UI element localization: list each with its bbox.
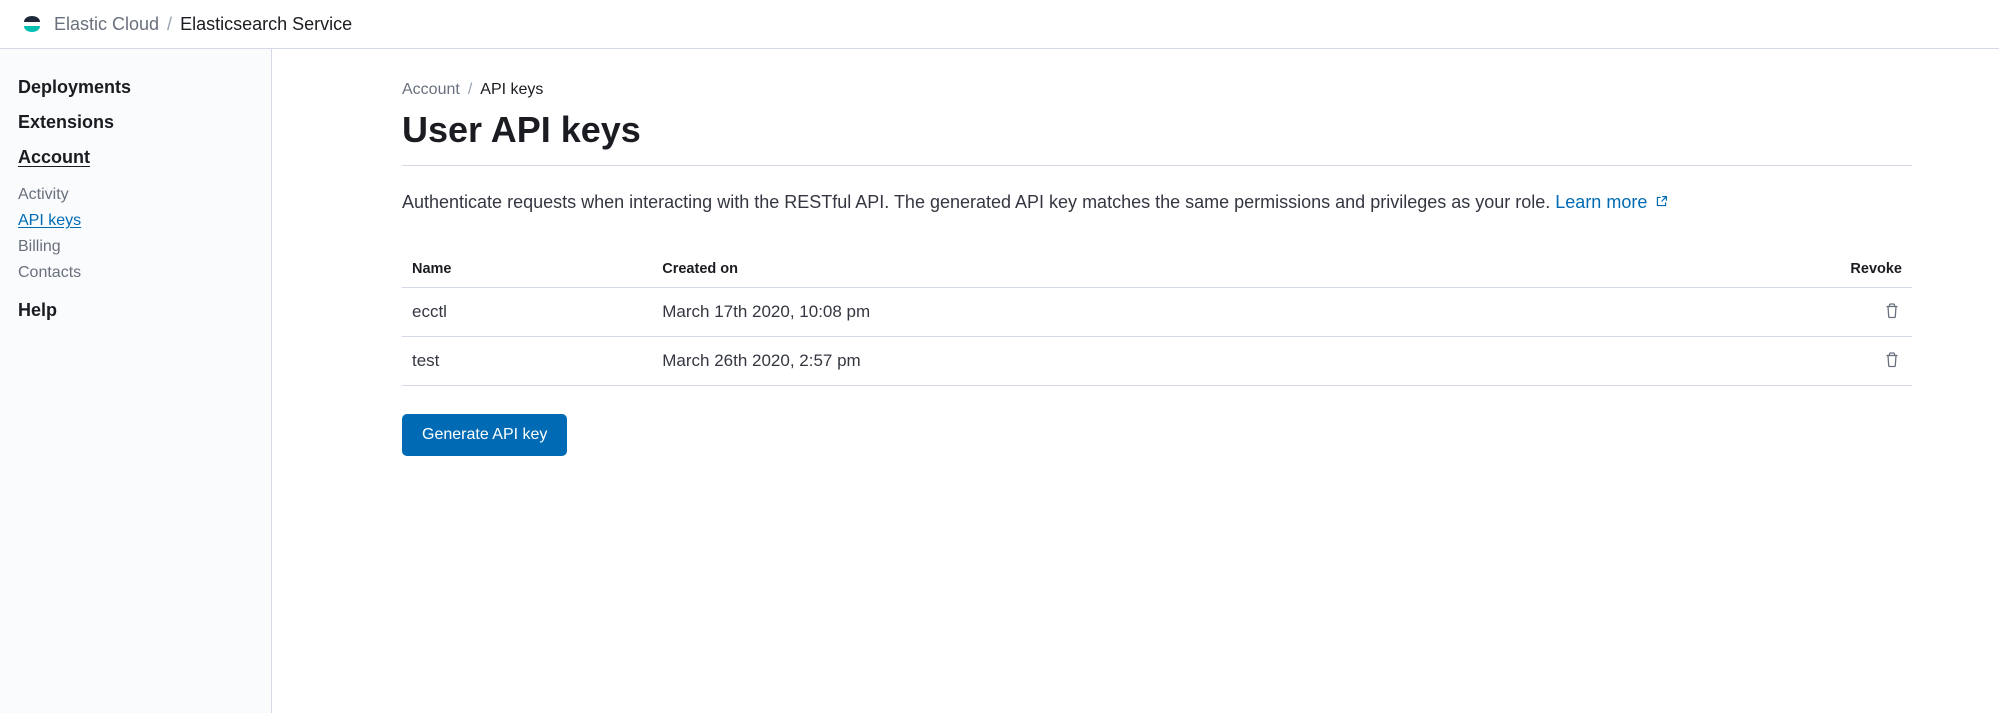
table-row: ecctl March 17th 2020, 10:08 pm [402, 287, 1912, 336]
page-title: User API keys [402, 109, 1912, 166]
cell-name: test [402, 336, 652, 385]
sidebar-item-extensions[interactable]: Extensions [18, 112, 253, 133]
sidebar-sub-contacts[interactable]: Contacts [18, 260, 253, 286]
breadcrumb-separator: / [167, 14, 172, 35]
sidebar-item-account[interactable]: Account [18, 147, 253, 168]
table-row: test March 26th 2020, 2:57 pm [402, 336, 1912, 385]
sidebar-sub-activity[interactable]: Activity [18, 182, 253, 208]
sidebar-account-submenu: Activity API keys Billing Contacts [18, 182, 253, 286]
trash-icon [1884, 302, 1900, 319]
breadcrumb-current: API keys [480, 81, 543, 99]
column-header-revoke: Revoke [1611, 253, 1912, 288]
cell-name: ecctl [402, 287, 652, 336]
description-text: Authenticate requests when interacting w… [402, 192, 1555, 212]
elastic-logo-icon [20, 12, 44, 36]
sidebar-item-help[interactable]: Help [18, 300, 253, 321]
breadcrumb: Account / API keys [402, 81, 1912, 99]
column-header-created: Created on [652, 253, 1611, 288]
product-name[interactable]: Elastic Cloud [54, 14, 159, 35]
sidebar-item-deployments[interactable]: Deployments [18, 77, 253, 98]
sidebar-sub-api-keys[interactable]: API keys [18, 208, 253, 234]
sidebar: Deployments Extensions Account Activity … [0, 49, 272, 713]
breadcrumb-parent[interactable]: Account [402, 81, 460, 99]
api-keys-table: Name Created on Revoke ecctl March 17th … [402, 253, 1912, 386]
header: Elastic Cloud / Elasticsearch Service [0, 0, 1999, 49]
cell-created: March 26th 2020, 2:57 pm [652, 336, 1611, 385]
service-name[interactable]: Elasticsearch Service [180, 14, 352, 35]
cell-created: March 17th 2020, 10:08 pm [652, 287, 1611, 336]
revoke-button[interactable] [1882, 300, 1902, 321]
page-description: Authenticate requests when interacting w… [402, 188, 1912, 217]
external-link-icon [1655, 188, 1668, 217]
main-content: Account / API keys User API keys Authent… [272, 49, 1972, 713]
column-header-name: Name [402, 253, 652, 288]
revoke-button[interactable] [1882, 349, 1902, 370]
learn-more-link[interactable]: Learn more [1555, 192, 1668, 212]
generate-api-key-button[interactable]: Generate API key [402, 414, 567, 456]
table-header-row: Name Created on Revoke [402, 253, 1912, 288]
trash-icon [1884, 351, 1900, 368]
header-breadcrumb: Elastic Cloud / Elasticsearch Service [54, 14, 352, 35]
sidebar-sub-billing[interactable]: Billing [18, 234, 253, 260]
learn-more-label: Learn more [1555, 192, 1647, 212]
breadcrumb-separator: / [468, 81, 472, 99]
